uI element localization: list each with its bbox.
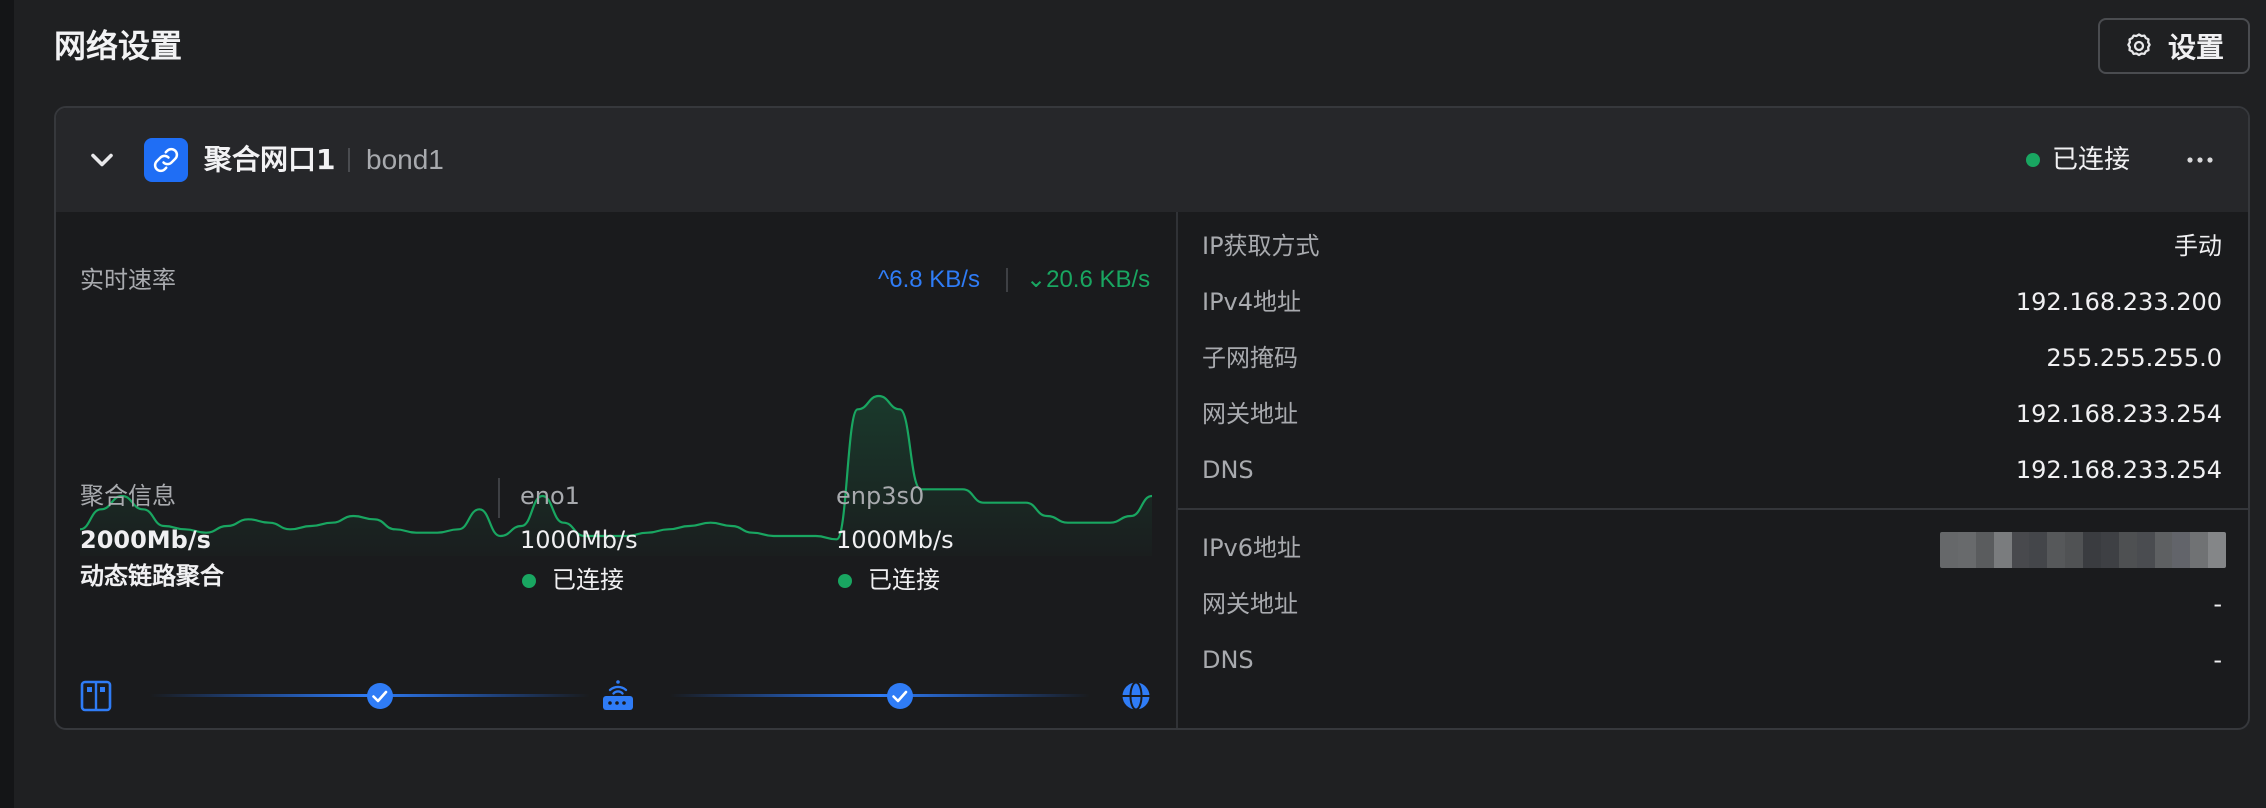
dns-value: 192.168.233.254 (2015, 456, 2222, 484)
mask-pixel (1975, 532, 1994, 550)
mask-pixel (2100, 550, 2119, 568)
mask-pixel (2154, 550, 2173, 568)
status-dot (2026, 153, 2040, 167)
ipv6-gateway-value: - (2213, 590, 2222, 618)
mask-pixel (2172, 532, 2191, 550)
left-window-edge (0, 0, 14, 808)
mask-pixel (2136, 532, 2155, 550)
network-topology (80, 680, 1150, 712)
mask-pixel (2029, 532, 2048, 550)
aggregate-speed: 2000Mb/s (80, 526, 211, 554)
link-icon (144, 138, 188, 182)
gear-icon (2124, 31, 2154, 61)
ipv4-address-label: IPv4地址 (1202, 288, 1302, 316)
bond-id: bond1 (366, 144, 444, 175)
ip-method-label: IP获取方式 (1202, 232, 1320, 260)
header-separator (348, 148, 350, 172)
check-circle-icon (367, 683, 393, 709)
mask-pixel (2083, 532, 2101, 550)
mask-pixel (2190, 550, 2209, 568)
mask-pixel (2118, 550, 2137, 568)
mask-pixel (2065, 532, 2083, 550)
globe-icon (1122, 681, 1150, 711)
port-speed: 1000Mb/s (520, 526, 638, 554)
gateway-value: 192.168.233.254 (2015, 400, 2222, 428)
upload-rate: ^6.8 KB/s (878, 266, 980, 293)
ipv4-address-value: 192.168.233.200 (2015, 288, 2222, 316)
port-speed: 1000Mb/s (836, 526, 954, 554)
mask-pixel (2047, 550, 2066, 568)
panel-divider (1176, 212, 1178, 728)
rate-label: 实时速率 (80, 266, 176, 294)
port-status: 已连接 (868, 566, 940, 594)
mask-pixel (2190, 532, 2209, 550)
mask-pixel (2208, 532, 2226, 550)
mask-pixel (2083, 550, 2101, 568)
mask-pixel (1975, 550, 1994, 568)
ip-method-value: 手动 (2174, 232, 2222, 260)
dns-label: DNS (1202, 456, 1254, 484)
mask-pixel (2172, 550, 2191, 568)
mask-pixel (2118, 532, 2137, 550)
settings-label: 设置 (2167, 31, 2224, 64)
mask-pixel (2029, 550, 2048, 568)
ipv6-dns-label: DNS (1202, 646, 1254, 674)
gateway-label: 网关地址 (1202, 400, 1298, 428)
mask-pixel (1957, 532, 1976, 550)
mask-pixel (1957, 550, 1976, 568)
mask-pixel (1993, 550, 2012, 568)
section-divider (1178, 508, 2248, 510)
server-icon (80, 680, 112, 712)
bond-name: 聚合网口1 (204, 143, 336, 176)
subnet-mask-value: 255.255.255.0 (2046, 344, 2222, 372)
rate-separator (1006, 268, 1008, 292)
port-name: eno1 (520, 482, 580, 510)
info-separator (498, 478, 500, 518)
mask-pixel (2011, 550, 2030, 568)
port-status: 已连接 (552, 566, 624, 594)
status-dot (838, 574, 852, 588)
mask-pixel (2208, 550, 2226, 568)
mask-pixel (2100, 532, 2119, 550)
check-circle-icon (887, 683, 913, 709)
router-icon (603, 680, 633, 710)
download-rate: ⌄20.6 KB/s (1026, 266, 1151, 293)
mask-pixel (2154, 532, 2173, 550)
mask-pixel (2136, 550, 2155, 568)
bond-status: 已连接 (2052, 145, 2131, 175)
subnet-mask-label: 子网掩码 (1202, 344, 1298, 372)
mask-pixel (1940, 532, 1958, 550)
ipv6-address-label: IPv6地址 (1202, 534, 1302, 562)
mask-pixel (2011, 532, 2030, 550)
page-title: 网络设置 (54, 27, 183, 65)
mask-pixel (1940, 550, 1958, 568)
mask-pixel (2047, 532, 2066, 550)
port-name: enp3s0 (836, 482, 925, 510)
bond-card: 聚合网口1 bond1 已连接 实时速率 ^6.8 KB/s ⌄20.6 KB/… (54, 106, 2250, 730)
chevron-down-icon[interactable] (84, 142, 120, 178)
ipv6-dns-value: - (2213, 646, 2222, 674)
link-line (670, 694, 1090, 697)
aggregate-title: 聚合信息 (80, 482, 176, 510)
ipv6-gateway-label: 网关地址 (1202, 590, 1298, 618)
mask-pixel (2065, 550, 2083, 568)
aggregate-mode: 动态链路聚合 (80, 562, 224, 590)
ipv6-address-redacted (1940, 532, 2226, 568)
ellipsis-icon[interactable] (2180, 144, 2220, 176)
settings-button[interactable]: 设置 (2098, 18, 2250, 74)
status-dot (522, 574, 536, 588)
mask-pixel (1993, 532, 2012, 550)
